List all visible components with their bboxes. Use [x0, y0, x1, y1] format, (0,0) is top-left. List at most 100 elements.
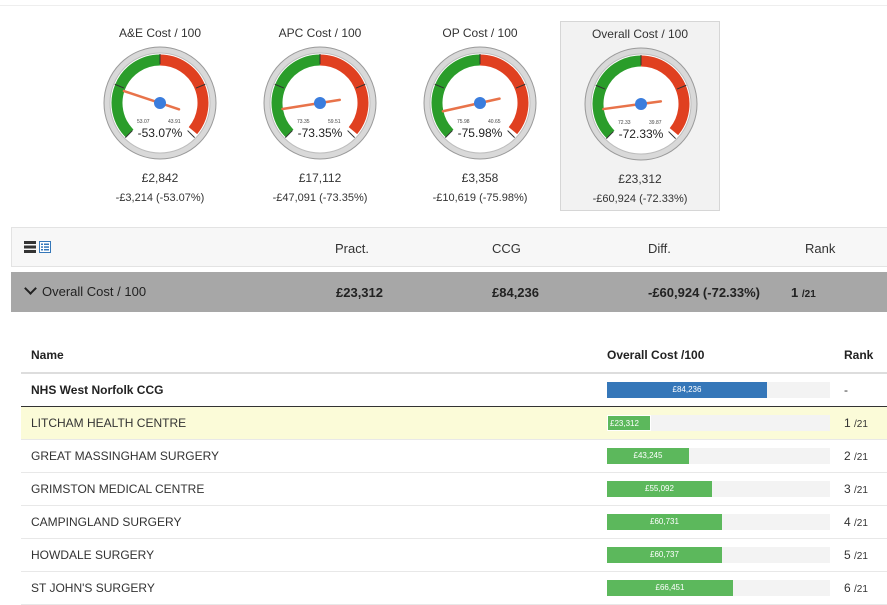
- summary-row-title: Overall Cost / 100: [42, 284, 147, 299]
- summary-ccg-value: £84,236: [492, 285, 539, 300]
- col-rank: Rank: [805, 241, 836, 256]
- gauge-high-label: 40.65: [488, 119, 501, 125]
- gauge-value: -72.33%: [619, 127, 664, 141]
- gauge-card-ae[interactable]: A&E Cost / 100 53.07 43.91 -53.07% £2,842 …: [80, 21, 240, 211]
- row-name[interactable]: HOWDALE SURGERY: [31, 548, 154, 562]
- row-name[interactable]: ST JOHN'S SURGERY: [31, 581, 155, 595]
- row-rank: 2 /21: [844, 449, 868, 463]
- row-name[interactable]: GREAT MASSINGHAM SURGERY: [31, 449, 219, 463]
- row-rank: -: [844, 383, 848, 397]
- rank-value: 3: [844, 482, 851, 496]
- gauge-amount: £17,112: [298, 171, 342, 185]
- col-diff: Diff.: [648, 241, 671, 256]
- rank-value: 1: [844, 416, 851, 430]
- gauge-dial: 75.98 40.65-75.98%: [423, 46, 537, 160]
- row-name: NHS West Norfolk CCG: [31, 383, 164, 397]
- gauge-card-overall[interactable]: Overall Cost / 100 72.33 39.87 -72.33% £23…: [560, 21, 720, 211]
- gauge-value: -73.35%: [298, 126, 343, 140]
- gauge-hub: [154, 97, 166, 109]
- rank-total: /21: [854, 551, 868, 562]
- rank-total: /21: [854, 518, 868, 529]
- summary-row-overall[interactable]: Overall Cost / 100 £23,312 £84,236 -£60,…: [11, 272, 887, 312]
- gauge-low-label: 72.33: [618, 120, 631, 126]
- row-rank: 6 /21: [844, 581, 868, 595]
- table-row[interactable]: GRIMSTON MEDICAL CENTRE £55,092 3 /21: [21, 473, 887, 506]
- row-rank: 5 /21: [844, 548, 868, 562]
- rank-value: 4: [844, 515, 851, 529]
- table-header: Name Overall Cost /100 Rank: [21, 340, 887, 374]
- gauge-amount: £3,358: [461, 171, 499, 185]
- gauge-amount: £2,842: [141, 171, 179, 185]
- bar-track: £43,245: [607, 448, 830, 464]
- table-row-ccg[interactable]: NHS West Norfolk CCG £84,236 -: [21, 374, 887, 407]
- rank-total: /21: [854, 584, 868, 595]
- bar-track: £66,451: [607, 580, 830, 596]
- bar-track: £60,731: [607, 514, 830, 530]
- gauge-dial: 72.33 39.87-72.33%: [584, 47, 698, 161]
- practice-bar: £43,245: [607, 448, 689, 464]
- bar-track: £55,092: [607, 481, 830, 497]
- gauge-value: -75.98%: [458, 126, 503, 140]
- row-name[interactable]: LITCHAM HEALTH CENTRE: [31, 416, 186, 430]
- row-name[interactable]: GRIMSTON MEDICAL CENTRE: [31, 482, 204, 496]
- th-name[interactable]: Name: [31, 348, 64, 362]
- list-view-icon[interactable]: [39, 241, 51, 253]
- summary-pract-value: £23,312: [336, 285, 383, 300]
- table-row[interactable]: LITCHAM HEALTH CENTRE £23,312 1 /21: [21, 407, 887, 440]
- gauge-low-label: 73.35: [297, 119, 310, 125]
- table-view-icon[interactable]: [24, 241, 36, 253]
- rank-value: 6: [844, 581, 851, 595]
- gauge-hub: [635, 98, 647, 110]
- practice-bar: £66,451: [607, 580, 733, 596]
- gauge-diff: -£60,924 (-72.33%): [592, 193, 688, 205]
- gauge-high-label: 39.87: [649, 120, 662, 126]
- row-rank: 1 /21: [844, 416, 868, 430]
- col-pract: Pract.: [335, 241, 369, 256]
- rank-total: /21: [854, 485, 868, 496]
- practice-bar: £60,731: [607, 514, 722, 530]
- gauge-title: APC Cost / 100: [278, 26, 362, 40]
- gauge-title: Overall Cost / 100: [591, 27, 689, 41]
- gauge-value: -53.07%: [138, 126, 183, 140]
- rank-total: /21: [854, 452, 868, 463]
- gauge-low-label: 75.98: [457, 119, 470, 125]
- gauge-diff: -£3,214 (-53.07%): [115, 192, 205, 204]
- bar-track: £23,312: [607, 415, 830, 431]
- top-divider: [0, 5, 887, 6]
- view-toggle: [24, 241, 51, 253]
- table-row[interactable]: ST JOHN'S SURGERY £66,451 6 /21: [21, 572, 887, 605]
- th-metric[interactable]: Overall Cost /100: [607, 348, 704, 362]
- summary-diff-value: -£60,924 (-72.33%): [648, 285, 761, 300]
- gauge-card-apc[interactable]: APC Cost / 100 73.35 59.51 -73.35% £17,112…: [240, 21, 400, 211]
- gauge-low-label: 53.07: [137, 119, 150, 125]
- th-rank[interactable]: Rank: [844, 348, 873, 362]
- practice-bar: £55,092: [607, 481, 712, 497]
- row-rank: 3 /21: [844, 482, 868, 496]
- gauge-amount: £23,312: [618, 172, 662, 186]
- gauge-dial: 53.07 43.91-53.07%: [103, 46, 217, 160]
- rank-value: 2: [844, 449, 851, 463]
- row-rank: 4 /21: [844, 515, 868, 529]
- gauge-title: OP Cost / 100: [442, 26, 518, 40]
- gauge-card-op[interactable]: OP Cost / 100 75.98 40.65 -75.98% £3,358 -…: [400, 21, 560, 211]
- gauge-hub: [474, 97, 486, 109]
- rank-value: 5: [844, 548, 851, 562]
- row-name[interactable]: CAMPINGLAND SURGERY: [31, 515, 181, 529]
- rank-total: /21: [854, 419, 868, 430]
- summary-rank: 1 /21: [791, 285, 816, 300]
- bar-track: £60,737: [607, 547, 830, 563]
- ccg-bar: £84,236: [607, 382, 767, 398]
- table-row[interactable]: GREAT MASSINGHAM SURGERY £43,245 2 /21: [21, 440, 887, 473]
- summary-row-label[interactable]: Overall Cost / 100: [24, 282, 147, 299]
- table-row[interactable]: HOWDALE SURGERY £60,737 5 /21: [21, 539, 887, 572]
- practice-bar: £23,312: [607, 415, 651, 431]
- table-row[interactable]: CAMPINGLAND SURGERY £60,731 4 /21: [21, 506, 887, 539]
- gauge-diff: -£10,619 (-75.98%): [432, 192, 528, 204]
- chevron-down-icon: [24, 282, 37, 295]
- col-ccg: CCG: [492, 241, 521, 256]
- summary-rank-total: /21: [801, 289, 816, 300]
- gauge-diff: -£47,091 (-73.35%): [272, 192, 368, 204]
- practice-bar: £60,737: [607, 547, 722, 563]
- gauge-dial: 73.35 59.51-73.35%: [263, 46, 377, 160]
- gauge-hub: [314, 97, 326, 109]
